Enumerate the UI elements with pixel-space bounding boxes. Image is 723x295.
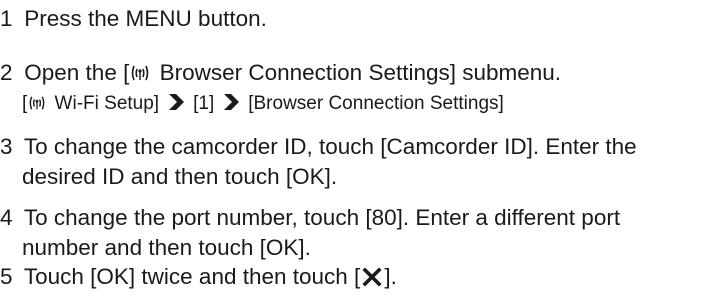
step-4-continuation: number and then touch [OK]. xyxy=(22,235,311,260)
step-text: To change the port number, touch [80]. E… xyxy=(23,205,621,230)
step-text: To change the camcorder ID, touch [Camco… xyxy=(23,134,637,159)
step-3-continuation: desired ID and then touch [OK]. xyxy=(22,164,338,189)
wifi-icon xyxy=(131,60,149,90)
close-x-icon xyxy=(362,265,382,295)
step-number: 1 xyxy=(0,6,13,31)
step-4: 4 To change the port number, touch [80].… xyxy=(0,203,620,233)
step-text-post: Browser Connection Settings] submenu. xyxy=(153,60,562,85)
arrow-right-icon xyxy=(167,93,185,119)
step-3: 3 To change the camcorder ID, touch [Cam… xyxy=(0,132,637,162)
step-2-menu-path: [ Wi-Fi Setup] [1] [Browser Connection Set… xyxy=(22,91,504,119)
step-number: 2 xyxy=(0,60,13,85)
menu-path-bracket: [ xyxy=(22,93,28,114)
step-2: 2 Open the [ Browser Connection Settings… xyxy=(0,58,561,90)
step-1: 1 Press the MENU button. xyxy=(0,4,267,34)
step-5: 5 Touch [OK] twice and then touch []. xyxy=(0,262,397,295)
step-text-post: ]. xyxy=(384,264,397,289)
step-number: 5 xyxy=(0,264,13,289)
menu-path-page: [1] xyxy=(193,93,215,114)
wifi-icon xyxy=(29,93,45,119)
menu-path-browser-settings: [Browser Connection Settings] xyxy=(248,93,504,114)
menu-path-wifi-setup: Wi-Fi Setup] xyxy=(49,93,160,114)
arrow-right-icon xyxy=(222,93,240,119)
step-text-pre: Open the [ xyxy=(24,60,130,85)
step-number: 3 xyxy=(0,134,13,159)
step-text: Press the MENU button. xyxy=(24,6,267,31)
step-text-pre: Touch [OK] twice and then touch [ xyxy=(23,264,361,289)
step-number: 4 xyxy=(0,205,13,230)
